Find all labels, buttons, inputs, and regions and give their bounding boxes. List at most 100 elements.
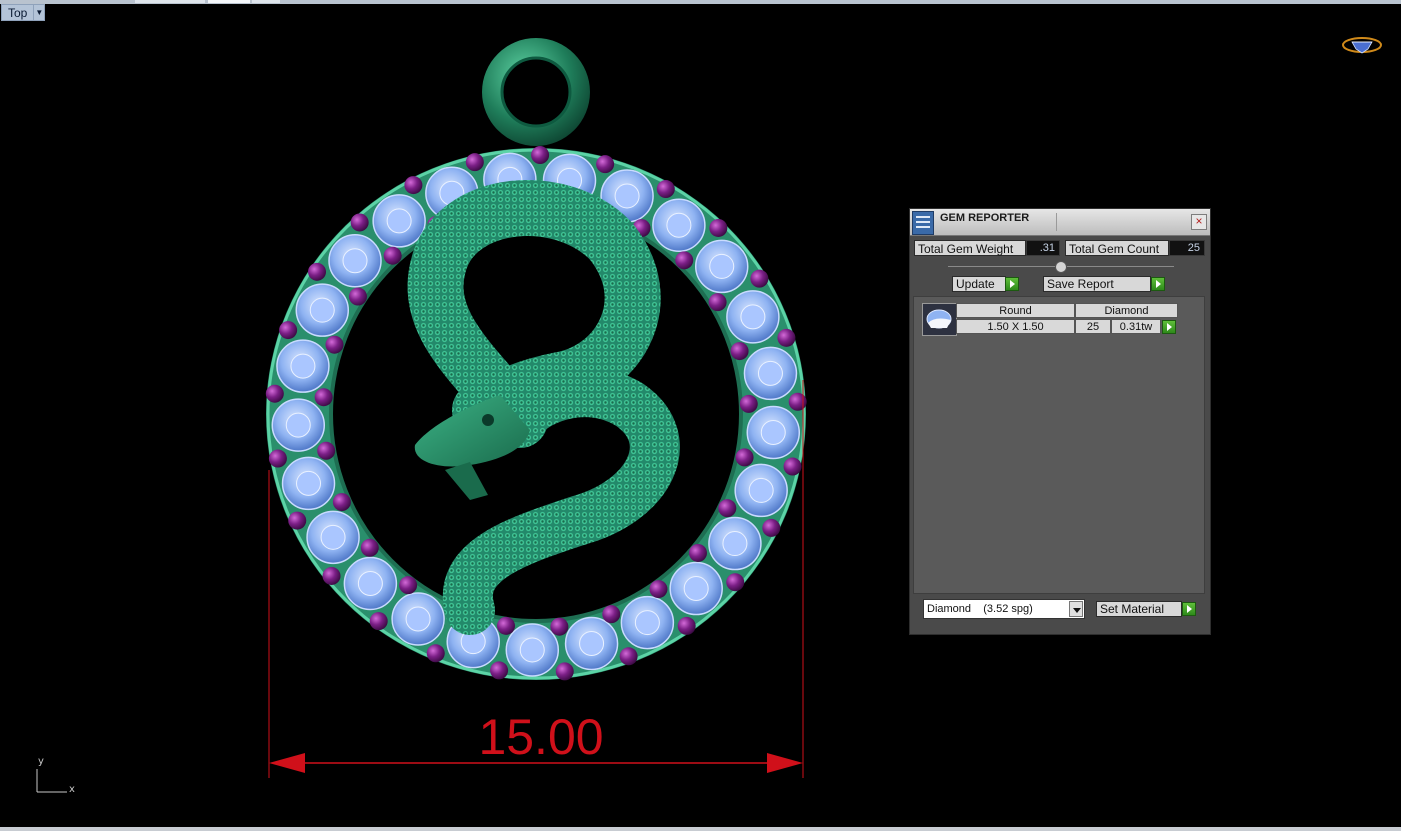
gem-table <box>579 630 605 656</box>
total-gem-count-value: 25 <box>1169 240 1205 256</box>
gem-table <box>740 304 766 330</box>
prong-bead <box>308 262 327 281</box>
gem-table <box>722 531 748 557</box>
prong-bead <box>550 617 569 636</box>
gem-weight: 0.31tw <box>1111 319 1161 334</box>
prong-bead <box>783 457 802 476</box>
gem-table <box>296 470 322 496</box>
prong-bead <box>490 661 509 680</box>
gem-table <box>285 412 311 438</box>
prong-bead <box>404 176 423 195</box>
gem-table <box>757 360 783 386</box>
prong-bead <box>596 155 615 174</box>
set-material-play-icon[interactable] <box>1182 602 1196 616</box>
total-gem-weight-value: .31 <box>1026 240 1060 256</box>
prong-bead <box>348 287 367 306</box>
round-gem-icon <box>922 303 957 336</box>
gem-table <box>320 524 346 550</box>
set-material-button[interactable]: Set Material <box>1096 601 1182 617</box>
prong-bead <box>675 251 694 270</box>
prong-bead <box>730 342 749 361</box>
gem-table <box>357 570 383 596</box>
gem-table <box>342 248 368 274</box>
prong-bead <box>268 449 287 468</box>
gem-logo-icon <box>1342 37 1382 54</box>
bail-loop <box>482 38 590 146</box>
prong-bead <box>788 392 807 411</box>
gem-table <box>634 610 660 636</box>
gem-list[interactable]: Round Diamond 1.50 X 1.50 25 0.31tw <box>913 296 1205 594</box>
prong-bead <box>496 616 515 635</box>
material-select[interactable]: Diamond (3.52 spg) <box>923 599 1085 619</box>
prong-bead <box>325 335 344 354</box>
update-button[interactable]: Update <box>952 276 1006 292</box>
gem-table <box>309 297 335 323</box>
gem-table <box>519 637 545 663</box>
gem-table <box>709 253 735 279</box>
prong-bead <box>322 566 341 585</box>
close-icon[interactable]: × <box>1191 214 1207 230</box>
save-report-button[interactable]: Save Report <box>1043 276 1151 292</box>
panel-title: GEM REPORTER <box>940 212 1030 224</box>
panel-titlebar[interactable]: GEM REPORTER × <box>910 209 1210 236</box>
titlebar-drag-area[interactable] <box>1056 213 1197 231</box>
gem-table <box>666 212 692 238</box>
gem-count: 25 <box>1075 319 1111 334</box>
report-icon <box>912 211 934 235</box>
chevron-down-icon[interactable] <box>1069 601 1083 617</box>
prong-bead <box>350 213 369 232</box>
prong-bead <box>399 576 418 595</box>
gem-shape: Round <box>956 303 1075 318</box>
gem-reporter-panel: GEM REPORTER × Total Gem Weight .31 Tota… <box>909 208 1211 635</box>
material-select-value: Diamond (3.52 spg) <box>927 603 1033 615</box>
prong-bead <box>708 293 727 312</box>
axis-y-label: y <box>38 756 44 767</box>
gem-table <box>386 208 412 234</box>
gem-size: 1.50 X 1.50 <box>956 319 1075 334</box>
update-play-icon[interactable] <box>1005 277 1019 291</box>
prong-bead <box>709 218 728 237</box>
prong-bead <box>726 573 745 592</box>
gem-table <box>760 420 786 446</box>
prong-bead <box>332 493 351 512</box>
gem-table <box>614 183 640 209</box>
prong-bead <box>762 518 781 537</box>
prong-bead <box>688 543 707 562</box>
viewport-name[interactable]: Top <box>1 4 35 21</box>
prong-bead <box>649 580 668 599</box>
total-gem-count-label: Total Gem Count <box>1065 240 1169 256</box>
axis-indicator: y x <box>30 755 80 800</box>
chevron-down-icon[interactable]: ▼ <box>34 4 46 21</box>
dimension-value: 15.00 <box>478 709 603 765</box>
prong-bead <box>531 146 550 165</box>
gem-table <box>683 576 709 602</box>
gem-table <box>748 477 774 503</box>
total-gem-weight-label: Total Gem Weight <box>914 240 1026 256</box>
viewport-title-tab[interactable]: Top ▼ <box>1 4 46 21</box>
prong-bead <box>265 384 284 403</box>
gem-row-play-icon[interactable] <box>1162 320 1176 334</box>
prong-bead <box>383 246 402 265</box>
gem-table <box>290 353 316 379</box>
axis-x-label: x <box>69 784 75 795</box>
splitter-knob[interactable] <box>1055 261 1067 273</box>
prong-bead <box>602 605 621 624</box>
prong-bead <box>369 612 388 631</box>
prong-bead <box>619 647 638 666</box>
prong-bead <box>739 394 758 413</box>
dimension-arrow-left <box>269 753 305 773</box>
prong-bead <box>718 499 737 518</box>
prong-bead <box>426 644 445 663</box>
prong-bead <box>750 269 769 288</box>
prong-bead <box>279 321 298 340</box>
prong-bead <box>360 538 379 557</box>
save-report-play-icon[interactable] <box>1151 277 1165 291</box>
prong-bead <box>288 511 307 530</box>
prong-bead <box>656 180 675 199</box>
gem-table <box>405 606 431 632</box>
prong-bead <box>465 153 484 172</box>
prong-bead <box>777 328 796 347</box>
dimension-arrow-right <box>767 753 803 773</box>
prong-bead <box>317 441 336 460</box>
bottom-strip <box>0 827 1401 831</box>
